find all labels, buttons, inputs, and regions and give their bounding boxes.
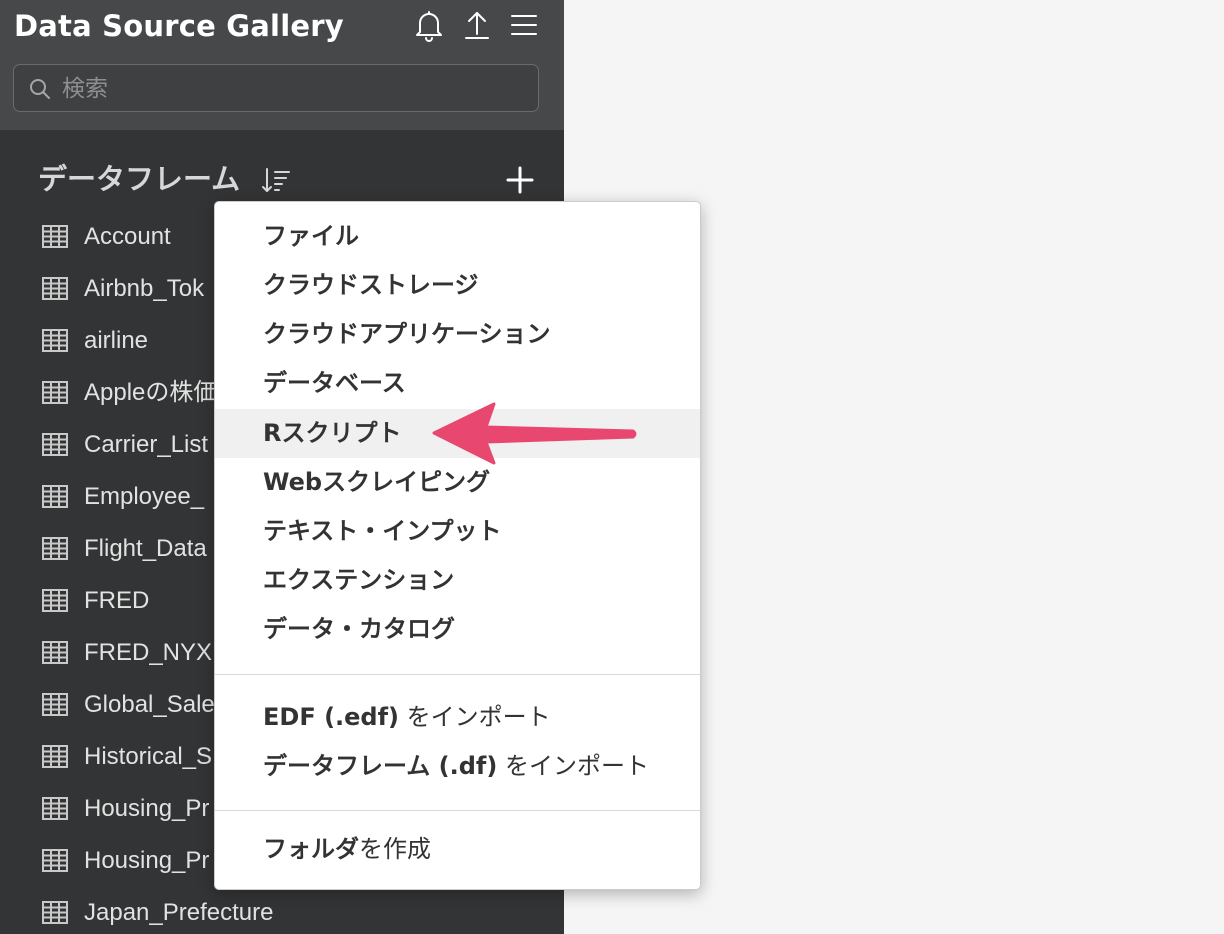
table-icon [42,641,68,664]
menu-item-import-df[interactable]: データフレーム (.df) をインポート [215,742,700,791]
search-box[interactable] [13,64,539,112]
table-icon [42,277,68,300]
upload-icon[interactable] [462,8,492,42]
app-title: Data Source Gallery [14,9,344,43]
menu-item-file[interactable]: ファイル [215,212,700,261]
plus-icon[interactable] [504,164,536,196]
table-icon [42,745,68,768]
search-icon [30,79,50,99]
menu-item-cloud-storage[interactable]: クラウドストレージ [215,261,700,310]
menu-divider [215,810,700,811]
sort-icon[interactable] [260,166,292,196]
table-icon [42,433,68,456]
dataframe-item[interactable]: Japan_Prefecture [0,887,564,934]
menu-item-database[interactable]: データベース [215,359,700,408]
menu-item-create-folder[interactable]: フォルダを作成 [215,825,700,874]
table-icon [42,225,68,248]
menu-item-cloud-application[interactable]: クラウドアプリケーション [215,310,700,359]
sidebar-header: Data Source Gallery [0,0,564,130]
menu-item-extension[interactable]: エクステンション [215,556,700,605]
table-icon [42,381,68,404]
menu-item-import-edf[interactable]: EDF (.edf) をインポート [215,693,700,742]
menu-item-web-scraping[interactable]: Webスクレイピング [215,458,700,507]
table-icon [42,797,68,820]
menu-divider [215,674,700,675]
table-icon [42,693,68,716]
add-data-source-menu: ファイル クラウドストレージ クラウドアプリケーション データベース Rスクリプ… [214,201,701,890]
bell-icon[interactable] [414,8,444,42]
table-icon [42,537,68,560]
table-icon [42,901,68,924]
table-icon [42,485,68,508]
table-icon [42,329,68,352]
table-icon [42,849,68,872]
menu-item-r-script[interactable]: Rスクリプト [215,409,700,458]
hamburger-menu-icon[interactable] [509,8,539,42]
table-icon [42,589,68,612]
menu-item-text-input[interactable]: テキスト・インプット [215,507,700,556]
search-input[interactable] [60,71,524,107]
section-title-dataframes: データフレーム [38,162,241,196]
menu-item-data-catalog[interactable]: データ・カタログ [215,605,700,654]
